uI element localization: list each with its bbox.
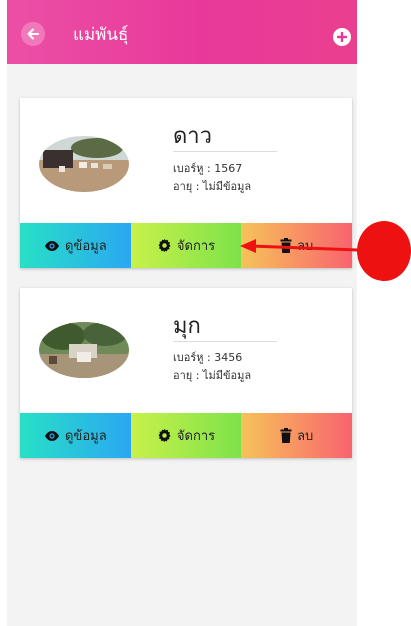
trash-icon: [280, 428, 292, 443]
breeder-card: มุก เบอร์หู : 3456 อายุ : ไม่มีข้อมูล ดู…: [20, 288, 353, 458]
manage-label: จัดการ: [176, 429, 216, 444]
delete-label: ลบ: [297, 239, 314, 254]
ear-tag-number: เบอร์หู : 1567: [173, 162, 243, 175]
eye-icon: [44, 430, 60, 442]
view-button[interactable]: ดูข้อมูล: [20, 413, 131, 458]
delete-button[interactable]: ลบ: [241, 413, 353, 458]
manage-button[interactable]: จัดการ: [130, 223, 242, 268]
plus-circle-icon: [337, 32, 347, 42]
trash-icon: [280, 238, 292, 253]
divider: [173, 341, 277, 342]
animal-photo: [39, 322, 129, 378]
add-button[interactable]: [333, 28, 351, 46]
animal-name: ดาว: [173, 124, 212, 149]
back-button[interactable]: [21, 22, 45, 46]
ear-tag-number: เบอร์หู : 3456: [173, 351, 243, 364]
delete-button[interactable]: ลบ: [241, 223, 353, 268]
animal-age: อายุ : ไม่มีข้อมูล: [173, 369, 252, 382]
animal-age: อายุ : ไม่มีข้อมูล: [173, 180, 252, 193]
phone-screen: แม่พันธุ์ ดาว เบอร์หู : 1567 อายุ : ไม่ม…: [7, 0, 357, 626]
gear-icon: [157, 238, 172, 253]
app-bar: แม่พันธุ์: [7, 0, 357, 64]
card-actions: ดูข้อมูล จัดการ ลบ: [20, 223, 353, 268]
animal-photo: [39, 136, 129, 192]
divider: [173, 151, 277, 152]
manage-label: จัดการ: [176, 239, 216, 254]
view-label: ดูข้อมูล: [64, 429, 107, 444]
animal-name: มุก: [173, 314, 201, 339]
card-actions: ดูข้อมูล จัดการ ลบ: [20, 413, 353, 458]
view-button[interactable]: ดูข้อมูล: [20, 223, 131, 268]
manage-button[interactable]: จัดการ: [130, 413, 242, 458]
breeder-card: ดาว เบอร์หู : 1567 อายุ : ไม่มีข้อมูล ดู…: [20, 98, 353, 268]
annotation-marker: [357, 221, 411, 281]
view-label: ดูข้อมูล: [64, 239, 107, 254]
delete-label: ลบ: [297, 429, 314, 444]
eye-icon: [44, 240, 60, 252]
page-title: แม่พันธุ์: [73, 25, 129, 45]
gear-icon: [157, 428, 172, 443]
arrow-left-icon: [27, 28, 39, 40]
